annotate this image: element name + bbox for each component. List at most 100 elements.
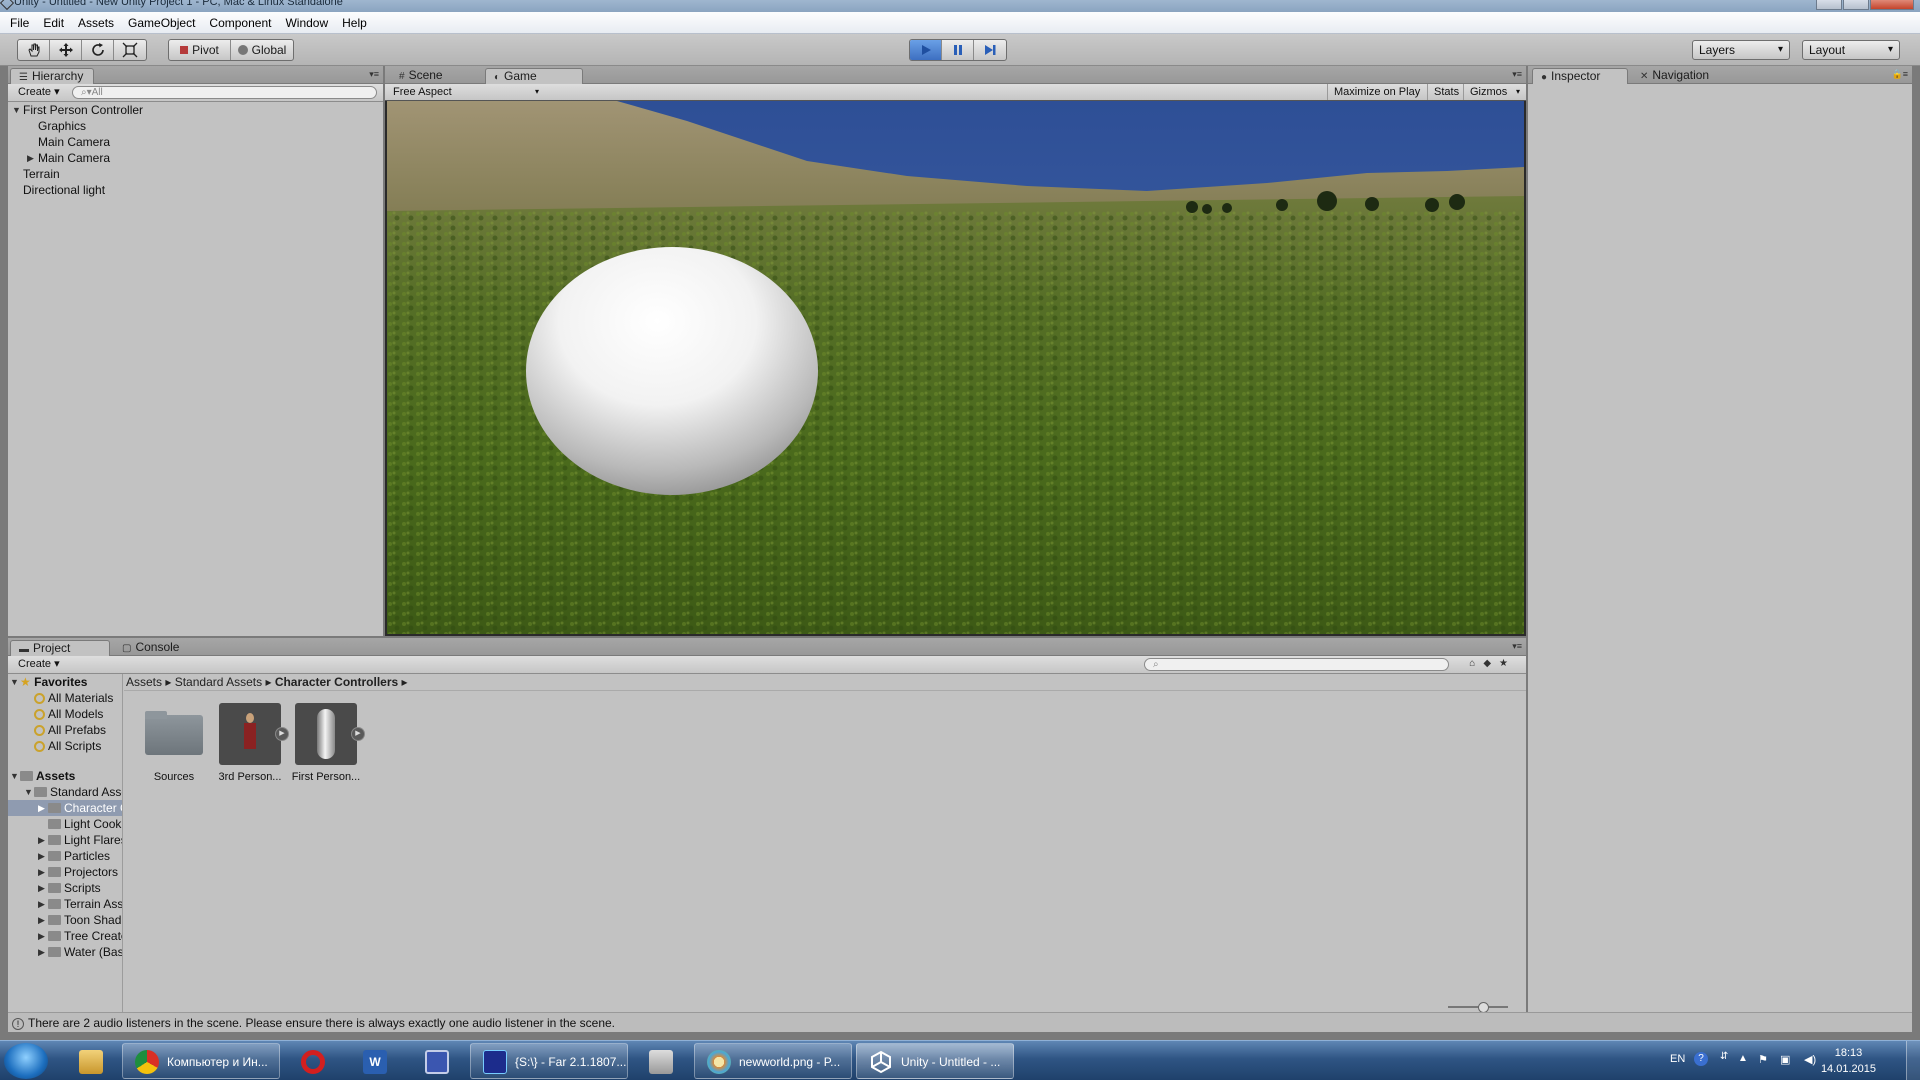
panel-menu-icon[interactable]: ▾≡ [369, 69, 379, 80]
taskbar-unity[interactable]: Unity - Untitled - ... [856, 1043, 1014, 1079]
taskbar-word[interactable]: W [346, 1043, 404, 1079]
assets-header[interactable]: ▼ Assets [8, 768, 122, 784]
favorite-item[interactable]: All Materials [8, 690, 122, 706]
game-viewport[interactable] [387, 101, 1524, 634]
tab-navigation[interactable]: ✕ Navigation [1632, 68, 1719, 84]
asset-item[interactable]: Sources [138, 703, 210, 783]
panel-menu-icon[interactable]: ▾≡ [1512, 69, 1522, 80]
panel-menu-icon[interactable]: ▾≡ [1512, 641, 1522, 652]
asset-item[interactable]: ▶ First Person... [290, 703, 365, 783]
folder-item[interactable]: ▶ Terrain Assets [8, 896, 122, 912]
folder-item[interactable]: ▶ Light Flares [8, 832, 122, 848]
breadcrumb-standard-assets[interactable]: Standard Assets [175, 675, 262, 689]
layers-dropdown[interactable]: Layers [1692, 40, 1790, 60]
menu-gameobject[interactable]: GameObject [128, 16, 195, 30]
hierarchy-item[interactable]: Terrain [8, 166, 383, 182]
close-button[interactable] [1870, 0, 1914, 10]
folder-item[interactable]: ▶ Projectors [8, 864, 122, 880]
breadcrumb-assets[interactable]: Assets [126, 675, 162, 689]
hierarchy-item[interactable]: ▶ Main Camera [8, 150, 383, 166]
menu-window[interactable]: Window [285, 16, 328, 30]
icon-size-slider[interactable] [1448, 1002, 1508, 1013]
hierarchy-item[interactable]: Main Camera [8, 134, 383, 150]
menu-component[interactable]: Component [209, 16, 271, 30]
minimize-button[interactable] [1816, 0, 1842, 10]
expanded-arrow-icon[interactable]: ▼ [10, 768, 19, 784]
folder-item[interactable]: ▼ Standard Assets [8, 784, 122, 800]
expanded-arrow-icon[interactable]: ▼ [10, 674, 19, 690]
step-button[interactable] [974, 40, 1006, 60]
maximize-on-play-toggle[interactable]: Maximize on Play [1327, 84, 1426, 100]
folder-item[interactable]: ▶ Particles [8, 848, 122, 864]
status-bar[interactable]: ! There are 2 audio listeners in the scen… [8, 1012, 1912, 1032]
tab-game[interactable]: ◐ Game [485, 68, 583, 84]
expanded-arrow-icon[interactable]: ▼ [12, 102, 21, 118]
folder-item[interactable]: ▶ Water (Basic) [8, 944, 122, 960]
aspect-dropdown[interactable]: Free Aspect ▾ [387, 84, 543, 100]
collapsed-arrow-icon[interactable]: ▶ [38, 832, 45, 848]
taskbar-far[interactable]: {S:\} - Far 2.1.1807... [470, 1043, 628, 1079]
pause-button[interactable] [942, 40, 974, 60]
breadcrumb-character-controllers[interactable]: Character Controllers [275, 675, 398, 689]
language-indicator[interactable]: EN [1670, 1053, 1685, 1065]
menu-help[interactable]: Help [342, 16, 367, 30]
collapsed-arrow-icon[interactable]: ▶ [27, 150, 34, 166]
menu-edit[interactable]: Edit [43, 16, 64, 30]
taskbar-explorer[interactable] [62, 1043, 120, 1079]
maximize-button[interactable] [1843, 0, 1869, 10]
asset-item[interactable]: ▶ 3rd Person... [214, 703, 289, 783]
expand-play-icon[interactable]: ▶ [275, 727, 289, 741]
hierarchy-item[interactable]: Graphics [8, 118, 383, 134]
filter-icons[interactable]: ⌂◆★ [1469, 658, 1516, 669]
expanded-arrow-icon[interactable]: ▼ [24, 784, 33, 800]
tab-project[interactable]: ▬ Project [10, 640, 110, 656]
tab-scene[interactable]: # Scene [391, 68, 453, 84]
collapsed-arrow-icon[interactable]: ▶ [38, 800, 45, 816]
hierarchy-search-input[interactable]: ⌕▾All [72, 86, 377, 99]
menu-assets[interactable]: Assets [78, 16, 114, 30]
clock[interactable]: 18:13 14.01.2015 [1821, 1045, 1876, 1077]
keyboard-icon[interactable]: ⇵ [1720, 1051, 1728, 1062]
taskbar-paint[interactable]: newworld.png - P... [694, 1043, 852, 1079]
stats-toggle[interactable]: Stats [1427, 84, 1465, 100]
taskbar-opera[interactable] [284, 1043, 342, 1079]
collapsed-arrow-icon[interactable]: ▶ [38, 944, 45, 960]
network-icon[interactable]: ▣ [1780, 1053, 1790, 1066]
collapsed-arrow-icon[interactable]: ▶ [38, 864, 45, 880]
folder-item[interactable]: Light Cookies [8, 816, 122, 832]
lock-menu-icon[interactable]: 🔒≡ [1892, 69, 1908, 80]
hierarchy-item[interactable]: ▼ First Person Controller [8, 102, 383, 118]
tray-expand-icon[interactable]: ▲ [1738, 1053, 1748, 1064]
tab-hierarchy[interactable]: ☰ Hierarchy [10, 68, 95, 84]
collapsed-arrow-icon[interactable]: ▶ [38, 880, 45, 896]
expand-play-icon[interactable]: ▶ [351, 727, 365, 741]
hierarchy-create-button[interactable]: Create ▾ [10, 85, 68, 100]
scale-tool-button[interactable] [114, 40, 146, 60]
favorites-header[interactable]: ▼ ★ Favorites [8, 674, 122, 690]
global-toggle[interactable]: Global [231, 40, 293, 60]
tab-console[interactable]: ▢ Console [114, 640, 189, 656]
hand-tool-button[interactable] [18, 40, 50, 60]
project-create-button[interactable]: Create ▾ [10, 657, 68, 672]
taskbar-save[interactable] [408, 1043, 466, 1079]
volume-icon[interactable]: ◀) [1804, 1053, 1816, 1066]
collapsed-arrow-icon[interactable]: ▶ [38, 848, 45, 864]
help-icon[interactable]: ? [1694, 1052, 1708, 1066]
favorite-item[interactable]: All Models [8, 706, 122, 722]
menu-file[interactable]: File [10, 16, 29, 30]
folder-item[interactable]: ▶ Toon Shading [8, 912, 122, 928]
folder-item[interactable]: ▶ Scripts [8, 880, 122, 896]
start-button[interactable] [4, 1043, 48, 1079]
gizmos-dropdown[interactable]: Gizmos ▾ [1463, 84, 1523, 100]
flag-icon[interactable]: ⚑ [1758, 1053, 1768, 1066]
project-search-input[interactable]: ⌕ [1144, 658, 1449, 671]
show-desktop-button[interactable] [1906, 1041, 1920, 1080]
folder-item[interactable]: ▶ Character Controllers [8, 800, 122, 816]
hierarchy-item[interactable]: Directional light [8, 182, 383, 198]
play-button[interactable] [910, 40, 942, 60]
move-tool-button[interactable] [50, 40, 82, 60]
tab-inspector[interactable]: ● Inspector [1532, 68, 1628, 84]
rotate-tool-button[interactable] [82, 40, 114, 60]
favorite-item[interactable]: All Scripts [8, 738, 122, 754]
collapsed-arrow-icon[interactable]: ▶ [38, 928, 45, 944]
